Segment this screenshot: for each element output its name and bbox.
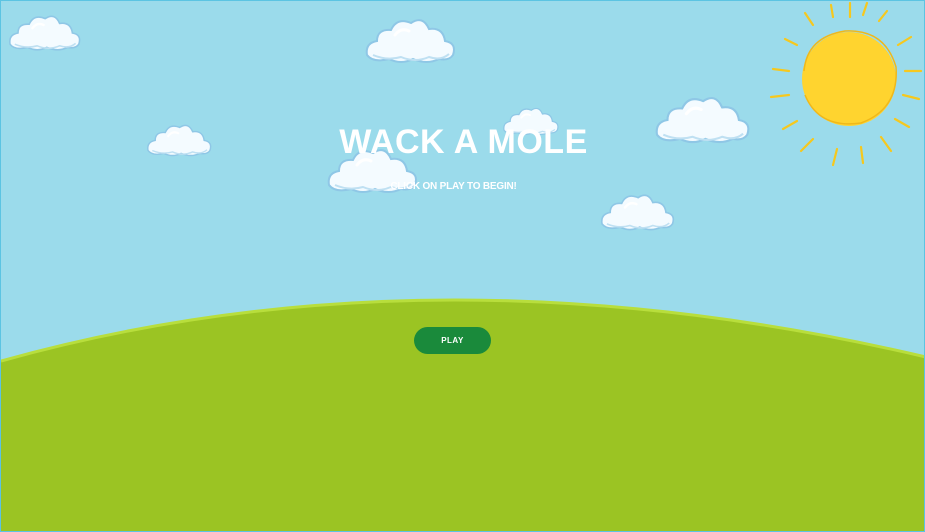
cloud-1 [8, 15, 81, 51]
cloud-7 [600, 194, 675, 231]
game-screen: WACK A MOLE CLICK ON PLAY TO BEGIN! PLAY [0, 0, 925, 532]
scene-background [1, 1, 924, 531]
game-title: WACK A MOLE [339, 123, 588, 161]
instruction-text: CLICK ON PLAY TO BEGIN! [390, 181, 517, 192]
play-button[interactable]: PLAY [414, 327, 491, 354]
cloud-2 [365, 18, 456, 64]
